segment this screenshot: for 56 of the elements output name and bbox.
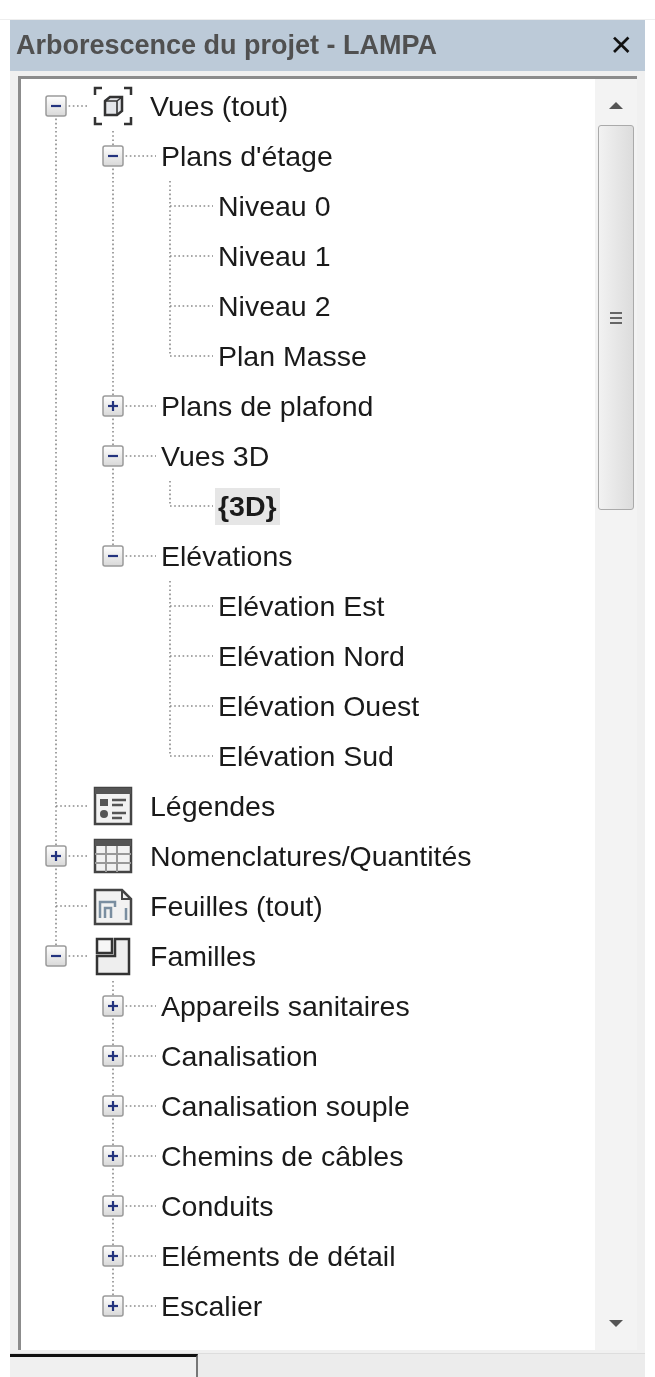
table-icon xyxy=(93,836,133,876)
tree-item[interactable]: Canalisation souple xyxy=(158,1087,413,1125)
tree-item[interactable]: Elévation Est xyxy=(215,587,388,625)
tree-item[interactable]: Plans de plafond xyxy=(158,387,377,425)
tree-connector xyxy=(55,781,88,831)
expand-toggle[interactable] xyxy=(102,1245,124,1267)
collapse-toggle[interactable] xyxy=(45,95,67,117)
collapse-toggle[interactable] xyxy=(102,445,124,467)
tree-item[interactable]: {3D} xyxy=(215,487,280,525)
expand-toggle[interactable] xyxy=(102,395,124,417)
tree-item[interactable]: Niveau 2 xyxy=(215,287,334,325)
tree-item[interactable]: Elévation Sud xyxy=(215,737,397,775)
sheet-icon xyxy=(93,886,133,926)
expand-toggle[interactable] xyxy=(102,995,124,1017)
tree-item[interactable]: Elévations xyxy=(158,537,296,575)
panel-tab[interactable] xyxy=(10,1354,198,1377)
tree-item[interactable]: Légendes xyxy=(147,787,279,825)
tree-item[interactable]: Eléments de détail xyxy=(158,1237,399,1275)
expand-toggle[interactable] xyxy=(102,1145,124,1167)
expand-toggle[interactable] xyxy=(102,1095,124,1117)
view-cube-icon xyxy=(93,86,133,126)
tree-item[interactable]: Plan Masse xyxy=(215,337,370,375)
expand-toggle[interactable] xyxy=(45,845,67,867)
tree-item[interactable]: Familles xyxy=(147,937,260,975)
panel-title: Arborescence du projet - LAMPA xyxy=(16,30,438,61)
tree-item[interactable]: Feuilles (tout) xyxy=(147,887,326,925)
legend-icon xyxy=(93,786,133,826)
tree-connector xyxy=(169,631,214,681)
collapse-toggle[interactable] xyxy=(45,945,67,967)
tree-item[interactable]: Vues 3D xyxy=(158,437,273,475)
collapse-toggle[interactable] xyxy=(102,545,124,567)
expand-toggle[interactable] xyxy=(102,1195,124,1217)
close-button[interactable]: ✕ xyxy=(605,29,637,62)
tree-connector xyxy=(169,231,214,281)
tree-item[interactable]: Appareils sanitaires xyxy=(158,987,413,1025)
collapse-toggle[interactable] xyxy=(102,145,124,167)
tree-connector xyxy=(169,181,214,231)
tree-item[interactable]: Escalier xyxy=(158,1287,266,1325)
tree-item[interactable]: Canalisation xyxy=(158,1037,321,1075)
expand-toggle[interactable] xyxy=(102,1045,124,1067)
grip-icon xyxy=(609,310,623,325)
tree-connector xyxy=(169,481,214,507)
tree-item[interactable]: Niveau 0 xyxy=(215,187,334,225)
family-icon xyxy=(93,936,133,976)
tree-guide-line xyxy=(112,481,114,531)
tree-item[interactable]: Nomenclatures/Quantités xyxy=(147,837,475,875)
scroll-thumb[interactable] xyxy=(598,125,634,510)
tree-item[interactable]: Conduits xyxy=(158,1187,277,1225)
tree-item[interactable]: Niveau 1 xyxy=(215,237,334,275)
tree-item[interactable]: Chemins de câbles xyxy=(158,1137,407,1175)
tree-connector xyxy=(169,581,214,631)
expand-toggle[interactable] xyxy=(102,1295,124,1317)
tree-item[interactable]: Plans d'étage xyxy=(158,137,336,175)
tree-item[interactable]: Elévation Nord xyxy=(215,637,408,675)
tree-item[interactable]: Elévation Ouest xyxy=(215,687,423,725)
tree-item[interactable]: Vues (tout) xyxy=(147,87,292,125)
